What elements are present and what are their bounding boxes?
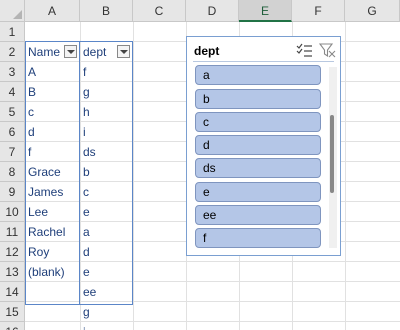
table-cell-dept[interactable]: f (80, 62, 133, 82)
column-header-d[interactable]: D (186, 0, 239, 22)
slicer-scrollbar-thumb[interactable] (330, 115, 334, 193)
column-header-b[interactable]: B (80, 0, 133, 22)
slicer-item[interactable]: c (195, 112, 321, 132)
row-header-7[interactable]: 7 (0, 142, 25, 162)
table-cell-dept[interactable]: ds (80, 142, 133, 162)
row-header-15[interactable]: 15 (0, 302, 25, 322)
row-header-1[interactable]: 1 (0, 22, 25, 42)
table-cell-dept[interactable]: ee (80, 282, 133, 302)
table-cell-name[interactable]: A (25, 62, 79, 82)
slicer-title: dept (194, 44, 220, 58)
slicer-item[interactable]: e (195, 182, 321, 202)
table-cell-dept[interactable]: i (80, 122, 133, 142)
table-cell-name[interactable]: B (25, 82, 79, 102)
row-header-13[interactable]: 13 (0, 262, 25, 282)
table-cell-dept[interactable]: g (80, 82, 133, 102)
table-cell-dept[interactable]: e (80, 262, 133, 282)
table-cell-name[interactable]: Lee (25, 202, 79, 222)
row-header-3[interactable]: 3 (0, 62, 25, 82)
column-header-f[interactable]: F (292, 0, 345, 22)
column-header-a[interactable]: A (25, 0, 80, 22)
row-header-12[interactable]: 12 (0, 242, 25, 262)
column-header-c[interactable]: C (133, 0, 186, 22)
slicer-item[interactable]: a (195, 65, 321, 85)
row-header-8[interactable]: 8 (0, 162, 25, 182)
column-header-g[interactable]: G (345, 0, 400, 22)
table-cell-name[interactable]: Rachel (25, 222, 79, 242)
table-cell-dept[interactable]: h (80, 102, 133, 122)
table-cell-name[interactable]: Roy (25, 242, 79, 262)
row-header-9[interactable]: 9 (0, 182, 25, 202)
slicer-item[interactable]: b (195, 89, 321, 109)
row-header-10[interactable]: 10 (0, 202, 25, 222)
table-cell-name[interactable]: (blank) (25, 262, 79, 282)
row-header-11[interactable]: 11 (0, 222, 25, 242)
table-cell-name[interactable]: d (25, 122, 79, 142)
table-cell-name[interactable]: f (25, 142, 79, 162)
row-header-14[interactable]: 14 (0, 282, 25, 302)
clear-filter-icon[interactable] (319, 42, 336, 58)
table-cell-name[interactable]: James (25, 182, 79, 202)
table-cell-dept[interactable]: b (80, 162, 133, 182)
slicer-item[interactable]: f (195, 228, 321, 248)
row-header-6[interactable]: 6 (0, 122, 25, 142)
dept-slicer[interactable]: dept a b c d ds e ee f (186, 36, 341, 256)
row-header-16[interactable]: 16 (0, 322, 25, 330)
table-cell-dept[interactable]: j (80, 322, 133, 330)
row-header-5[interactable]: 5 (0, 102, 25, 122)
table-cell-dept[interactable]: d (80, 242, 133, 262)
table-cell-dept[interactable]: g (80, 302, 133, 322)
row-header-2[interactable]: 2 (0, 42, 25, 62)
slicer-item[interactable]: d (195, 135, 321, 155)
multi-select-icon[interactable] (296, 42, 313, 58)
column-header-e[interactable]: E (239, 0, 292, 22)
table-cell-dept[interactable]: e (80, 202, 133, 222)
filter-dropdown-icon[interactable] (117, 45, 130, 58)
table-cell-name[interactable]: c (25, 102, 79, 122)
slicer-item[interactable]: ee (195, 205, 321, 225)
table-cell-dept[interactable]: c (80, 182, 133, 202)
table-cell-dept[interactable]: a (80, 222, 133, 242)
select-all-corner[interactable] (0, 0, 25, 22)
table-cell-name[interactable]: Grace (25, 162, 79, 182)
row-header-4[interactable]: 4 (0, 82, 25, 102)
slicer-item[interactable]: ds (195, 158, 321, 178)
filter-dropdown-icon[interactable] (64, 45, 77, 58)
